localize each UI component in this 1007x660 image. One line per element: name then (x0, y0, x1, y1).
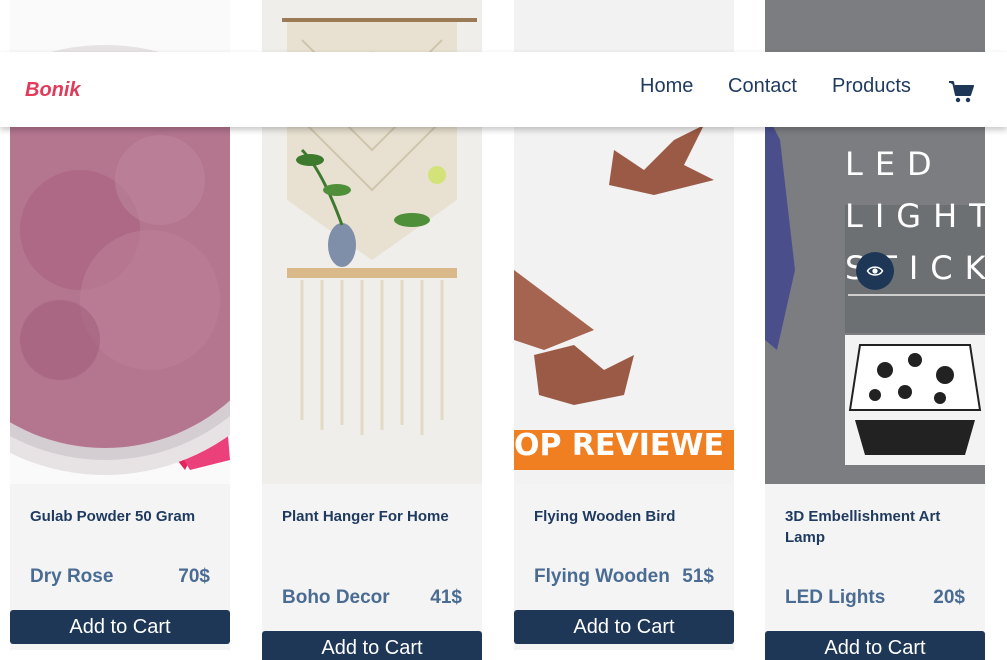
product-meta: Flying Wooden 51$ (534, 566, 714, 588)
nav-link-products[interactable]: Products (832, 75, 911, 98)
product-category: Dry Rose (30, 566, 114, 587)
product-title[interactable]: Flying Wooden Bird (534, 506, 719, 527)
product-category: Flying Wooden (534, 566, 670, 587)
shopping-cart-icon[interactable] (948, 80, 974, 104)
quick-view-button[interactable] (856, 252, 894, 290)
led-image-text-line: LIGHT (845, 197, 1001, 235)
product-price: 70$ (178, 566, 210, 587)
product-category: Boho Decor (282, 587, 390, 608)
led-divider (848, 294, 985, 296)
eye-icon (866, 266, 884, 276)
product-title[interactable]: Gulab Powder 50 Gram (30, 506, 215, 527)
brand-logo[interactable]: Bonik (25, 79, 81, 102)
product-title[interactable]: Plant Hanger For Home (282, 506, 467, 527)
product-price: 41$ (430, 587, 462, 608)
product-price: 20$ (933, 587, 965, 608)
add-to-cart-button[interactable]: Add to Cart (514, 610, 734, 644)
product-meta: Boho Decor 41$ (282, 587, 462, 609)
product-price: 51$ (682, 566, 714, 587)
add-to-cart-button[interactable]: Add to Cart (10, 610, 230, 644)
led-image-text-line: LED (845, 145, 944, 183)
nav-link-contact[interactable]: Contact (728, 75, 797, 98)
product-category: LED Lights (785, 587, 886, 608)
nav-link-home[interactable]: Home (640, 75, 693, 98)
product-meta: Dry Rose 70$ (30, 566, 210, 588)
product-meta: LED Lights 20$ (785, 587, 965, 609)
add-to-cart-button[interactable]: Add to Cart (262, 631, 482, 660)
navbar: Bonik Home Contact Products (0, 52, 1007, 127)
bird-image-text: OP REVIEWE (514, 428, 724, 463)
add-to-cart-button[interactable]: Add to Cart (765, 631, 985, 660)
product-title[interactable]: 3D Embellishment Art Lamp (785, 506, 970, 548)
